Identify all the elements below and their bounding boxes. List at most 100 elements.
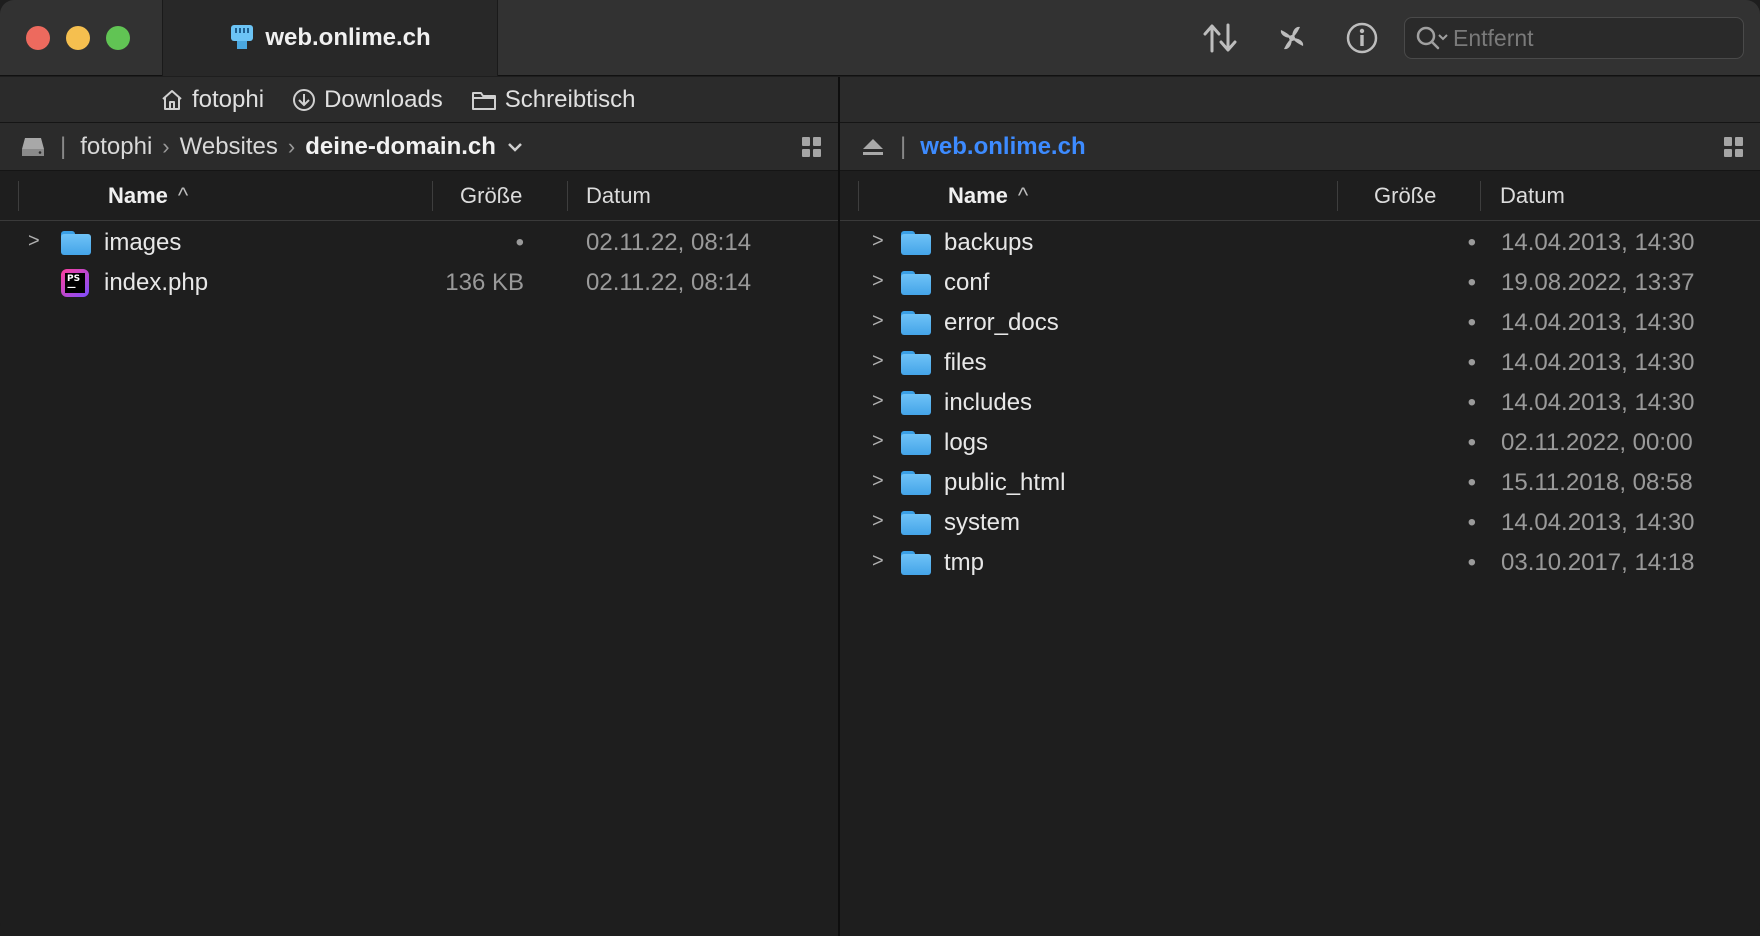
disclosure-chevron-icon[interactable]: > <box>872 230 884 253</box>
disclosure-chevron-icon[interactable]: > <box>872 470 884 493</box>
file-date: 14.04.2013, 14:30 <box>1501 389 1695 416</box>
folder-icon <box>901 389 931 415</box>
breadcrumb-websites[interactable]: Websites <box>180 133 278 161</box>
column-date[interactable]: Datum <box>586 171 651 221</box>
list-item[interactable]: > images • 02.11.22, 08:14 <box>0 222 838 262</box>
minimize-window-button[interactable] <box>66 26 90 50</box>
ethernet-icon <box>229 23 255 53</box>
folder-icon <box>901 469 931 495</box>
view-grid-icon[interactable] <box>802 137 822 157</box>
search-icon <box>1416 26 1448 50</box>
disclosure-chevron-icon[interactable]: > <box>872 430 884 453</box>
breadcrumb-server[interactable]: web.onlime.ch <box>920 133 1085 161</box>
column-date[interactable]: Datum <box>1500 171 1565 221</box>
favorite-label: Schreibtisch <box>504 85 636 113</box>
file-size: • <box>1467 309 1476 336</box>
list-item[interactable]: > tmp • 03.10.2017, 14:18 <box>840 542 1760 582</box>
file-list: > backups • 14.04.2013, 14:30 > conf • 19.08.20… <box>840 222 1760 582</box>
favorite-desktop[interactable]: Schreibtisch <box>471 86 636 114</box>
file-date: 02.11.22, 08:14 <box>586 229 752 256</box>
path-separator: | <box>60 132 67 160</box>
favorite-home[interactable]: fotophi <box>160 86 264 114</box>
list-item[interactable]: > logs • 02.11.2022, 00:00 <box>840 422 1760 462</box>
close-window-button[interactable] <box>26 26 50 50</box>
transfer-button[interactable] <box>1200 18 1240 58</box>
column-header: Name ^ Größe Datum <box>840 171 1760 221</box>
file-date: 02.11.22, 08:14 <box>586 269 752 296</box>
file-date: 14.04.2013, 14:30 <box>1501 349 1695 376</box>
list-item[interactable]: > error_docs • 14.04.2013, 14:30 <box>840 302 1760 342</box>
file-size: • <box>1467 469 1476 496</box>
disclosure-chevron-icon[interactable]: > <box>872 390 884 413</box>
folder-icon <box>471 91 496 110</box>
folder-icon <box>901 429 931 455</box>
disclosure-chevron-icon[interactable]: > <box>872 270 884 293</box>
file-size: • <box>1467 229 1476 256</box>
column-size[interactable]: Größe <box>1374 171 1436 221</box>
file-size: • <box>1467 389 1476 416</box>
file-list: > images • 02.11.22, 08:14 PS — index.php… <box>0 222 838 302</box>
chevron-right-icon: › <box>162 133 170 159</box>
app-window: web.onlime.ch Entfernt fotophi Downloads… <box>0 0 1760 936</box>
file-name: conf <box>944 269 990 296</box>
folder-icon <box>901 509 931 535</box>
activity-button[interactable] <box>1272 18 1312 58</box>
column-name-label: Name <box>108 183 168 208</box>
column-name[interactable]: Name ^ <box>108 171 188 221</box>
file-date: 14.04.2013, 14:30 <box>1501 509 1695 536</box>
file-name: backups <box>944 229 1034 256</box>
file-name: tmp <box>944 549 985 576</box>
favorite-downloads[interactable]: Downloads <box>292 86 443 114</box>
list-item[interactable]: > includes • 14.04.2013, 14:30 <box>840 382 1760 422</box>
disclosure-chevron-icon[interactable]: > <box>872 350 884 373</box>
chevron-down-icon[interactable] <box>504 137 526 157</box>
local-pane: fotophi Downloads Schreibtisch | fotophi… <box>0 77 838 936</box>
file-date: 19.08.2022, 13:37 <box>1501 269 1695 296</box>
disclosure-chevron-icon[interactable]: > <box>872 310 884 333</box>
search-field[interactable] <box>1404 17 1744 59</box>
list-item[interactable]: > files • 14.04.2013, 14:30 <box>840 342 1760 382</box>
disclosure-chevron-icon[interactable]: > <box>28 230 40 253</box>
tab-title: web.onlime.ch <box>265 24 431 51</box>
maximize-window-button[interactable] <box>106 26 130 50</box>
eject-icon[interactable] <box>860 136 886 158</box>
breadcrumb-current[interactable]: deine-domain.ch <box>305 133 496 161</box>
disclosure-chevron-icon[interactable]: > <box>872 550 884 573</box>
folder-icon <box>901 349 931 375</box>
view-grid-icon[interactable] <box>1724 137 1744 157</box>
arrow-up-down-icon <box>1203 23 1237 53</box>
phpstorm-file-icon: PS — <box>61 269 91 297</box>
path-separator: | <box>900 132 907 160</box>
list-item[interactable]: > conf • 19.08.2022, 13:37 <box>840 262 1760 302</box>
download-icon <box>293 88 316 111</box>
chevron-right-icon: › <box>287 133 296 159</box>
file-date: 15.11.2018, 08:58 <box>1501 469 1693 496</box>
info-icon <box>1346 22 1378 54</box>
column-header: Name ^ Größe Datum <box>0 171 838 221</box>
favorites-bar-remote <box>840 77 1760 123</box>
list-item[interactable]: PS — index.php 136 KB 02.11.22, 08:14 <box>0 262 838 302</box>
file-size: • <box>1467 269 1476 296</box>
column-size[interactable]: Größe <box>460 171 522 221</box>
file-name: error_docs <box>944 309 1059 336</box>
disclosure-chevron-icon[interactable]: > <box>872 510 884 533</box>
list-item[interactable]: > public_html • 15.11.2018, 08:58 <box>840 462 1760 502</box>
folder-icon <box>901 269 931 295</box>
remote-pane: | web.onlime.ch Name ^ Größe Datum > back… <box>840 77 1760 936</box>
list-item[interactable]: > system • 14.04.2013, 14:30 <box>840 502 1760 542</box>
path-bar-remote: | web.onlime.ch <box>840 123 1760 171</box>
file-name: images <box>104 229 182 256</box>
column-name[interactable]: Name ^ <box>948 171 1028 221</box>
hard-drive-icon[interactable] <box>20 135 46 159</box>
search-input[interactable] <box>1453 24 1723 52</box>
file-date: 03.10.2017, 14:18 <box>1501 549 1695 576</box>
activity-fan-icon <box>1280 26 1304 50</box>
connection-tab[interactable]: web.onlime.ch <box>162 0 498 76</box>
sort-ascending-icon: ^ <box>177 183 189 208</box>
list-item[interactable]: > backups • 14.04.2013, 14:30 <box>840 222 1760 262</box>
folder-icon <box>901 309 931 335</box>
breadcrumb-fotophi[interactable]: fotophi <box>80 133 152 161</box>
folder-icon <box>901 549 931 575</box>
favorite-label: fotophi <box>192 85 265 113</box>
info-button[interactable] <box>1342 18 1382 58</box>
